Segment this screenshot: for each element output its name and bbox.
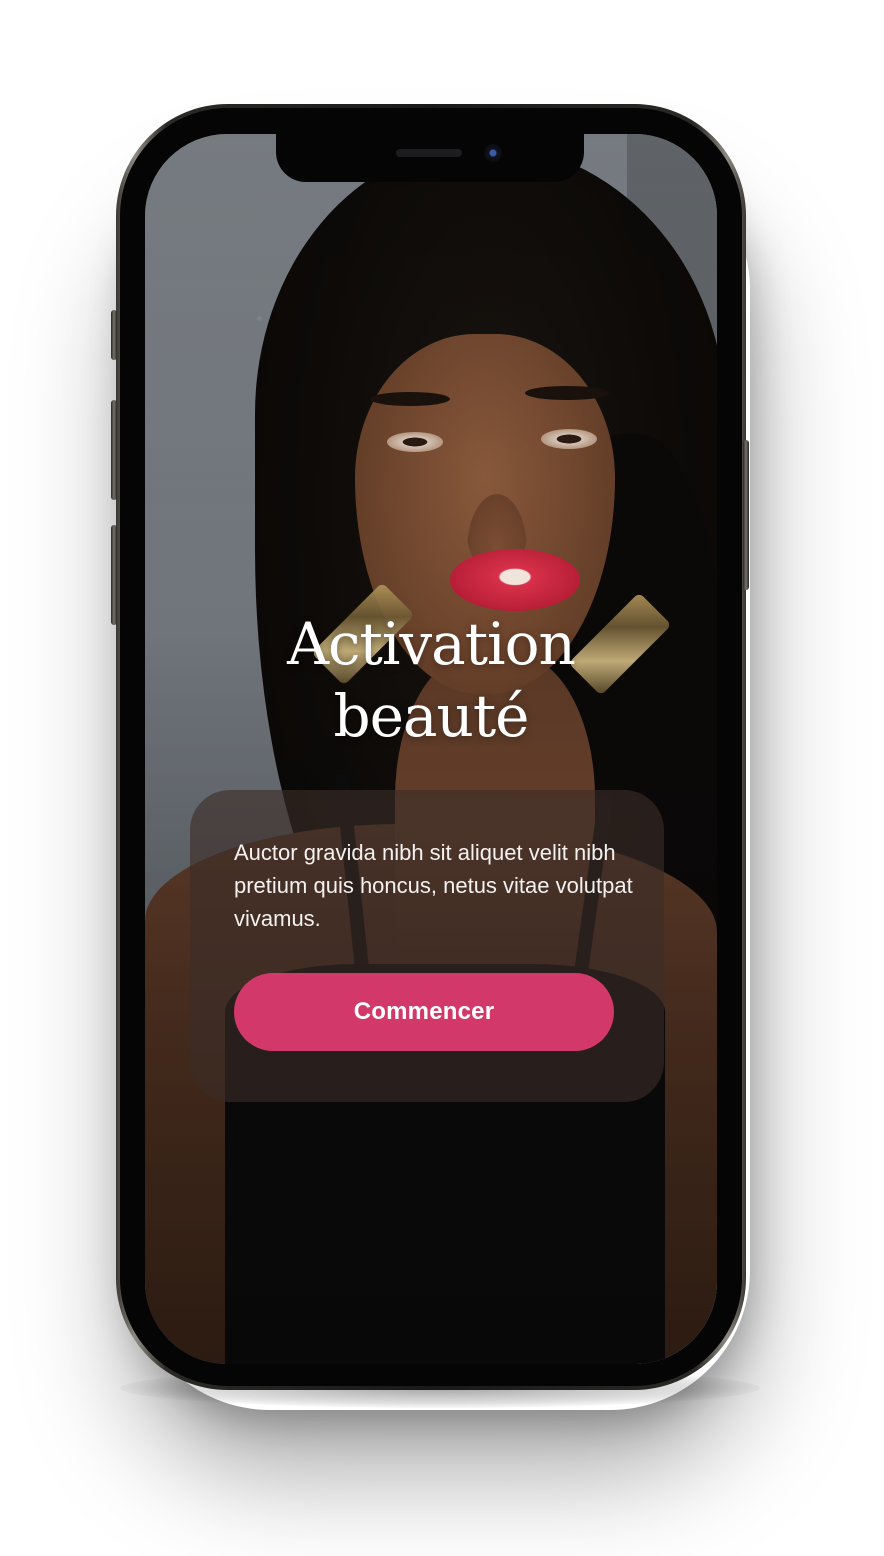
volume-down-button — [111, 525, 117, 625]
title-line-1: Activation — [287, 610, 576, 678]
intro-description: Auctor gravida nibh sit aliquet velit ni… — [234, 840, 633, 931]
earpiece-speaker — [396, 149, 462, 157]
silent-switch — [111, 310, 117, 360]
start-button[interactable]: Commencer — [234, 973, 614, 1051]
mockup-page: Activation beauté Auctor gravida nibh si… — [0, 0, 884, 1556]
volume-up-button — [111, 400, 117, 500]
front-camera-icon — [484, 144, 502, 162]
page-title: Activation beauté — [145, 608, 717, 752]
power-button — [743, 440, 749, 590]
title-line-2: beauté — [333, 682, 529, 750]
